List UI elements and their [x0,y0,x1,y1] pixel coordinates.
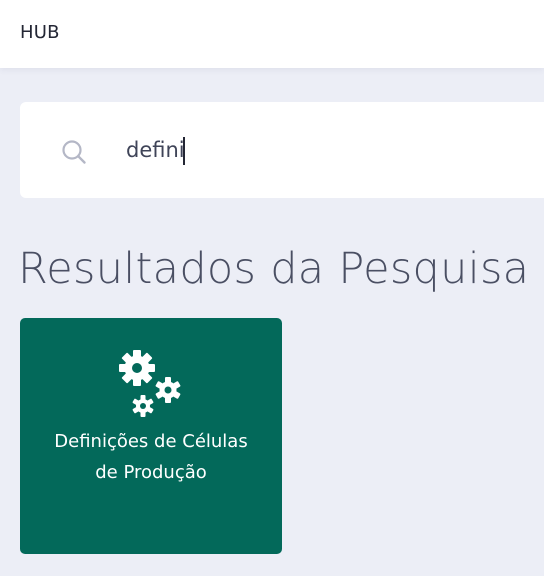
search-icon [62,140,86,164]
search-input[interactable] [126,132,526,168]
result-tile-production-cell-settings[interactable]: Definições de Células de Produção [20,318,282,554]
text-cursor [183,137,185,165]
app-title: HUB [20,22,60,43]
search-bar [20,102,544,198]
result-tile-label: Definições de Células de Produção [54,431,248,483]
top-bar: HUB [0,0,544,68]
gears-icon [119,350,181,417]
results-heading: Resultados da Pesquisa [18,244,530,294]
